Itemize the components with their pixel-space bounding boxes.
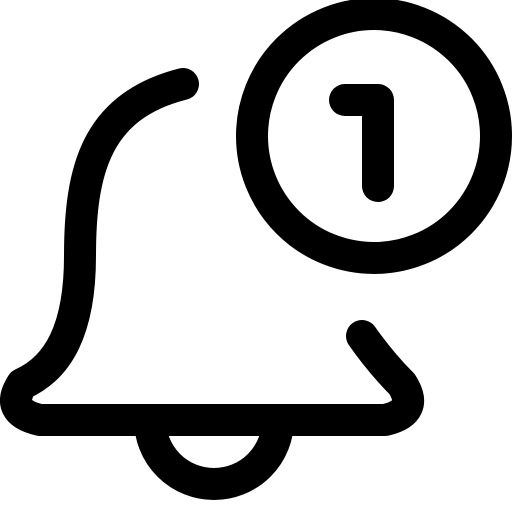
badge-count-glyph (329, 84, 394, 202)
notification-bell-with-badge-icon[interactable] (0, 0, 512, 512)
bell-badge-svg (0, 0, 512, 500)
